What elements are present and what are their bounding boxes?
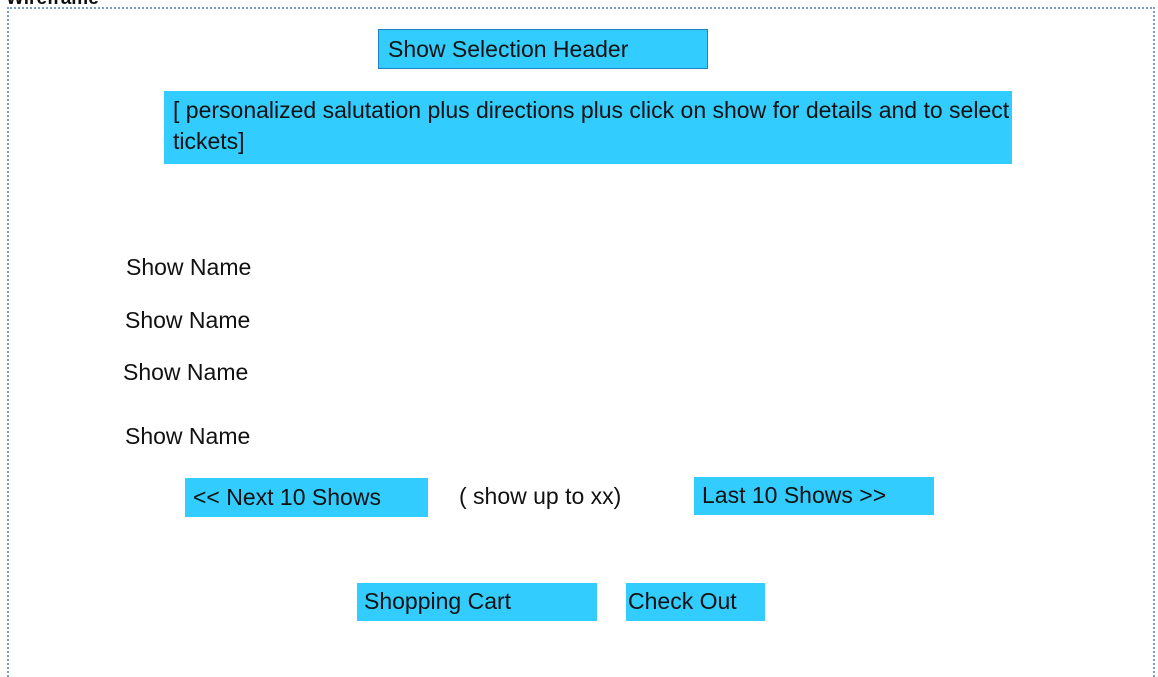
show-name-item[interactable]: Show Name xyxy=(123,359,248,386)
show-name-item[interactable]: Show Name xyxy=(126,254,251,281)
pagination-note: ( show up to xx) xyxy=(459,483,622,509)
last-10-shows-button[interactable]: Last 10 Shows >> xyxy=(694,477,934,515)
check-out-button[interactable]: Check Out xyxy=(626,583,765,621)
next-10-shows-button[interactable]: << Next 10 Shows xyxy=(185,478,428,517)
show-name-item[interactable]: Show Name xyxy=(125,423,250,450)
show-selection-header: Show Selection Header xyxy=(378,29,708,69)
intro-instructions: [ personalized salutation plus direction… xyxy=(164,91,1012,164)
shopping-cart-button[interactable]: Shopping Cart xyxy=(357,583,597,621)
show-name-item[interactable]: Show Name xyxy=(125,307,250,334)
